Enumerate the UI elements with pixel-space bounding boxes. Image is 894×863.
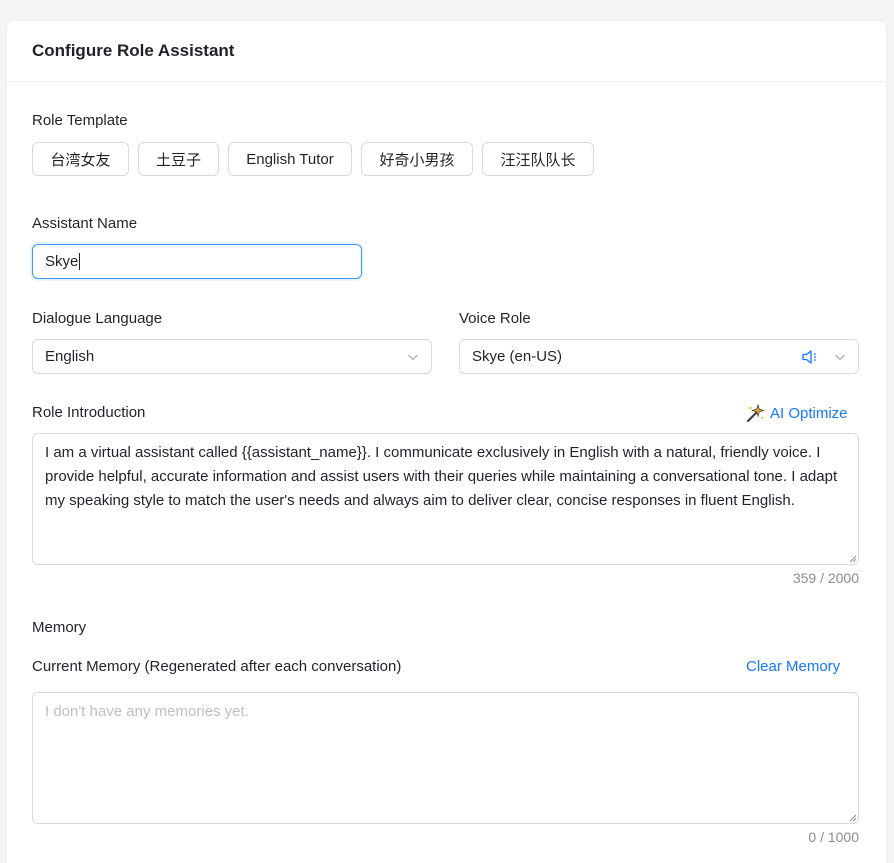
chevron-down-icon bbox=[408, 354, 418, 361]
role-intro-textarea[interactable]: I am a virtual assistant called {{assist… bbox=[32, 433, 859, 565]
sparkle-wand-icon bbox=[747, 404, 765, 422]
template-button-english-tutor[interactable]: English Tutor bbox=[228, 142, 352, 176]
voice-role-select[interactable]: Skye (en-US) bbox=[459, 339, 859, 374]
memory-section-label: Memory bbox=[32, 619, 87, 636]
role-template-label: Role Template bbox=[32, 112, 128, 129]
role-intro-counter: 359 / 2000 bbox=[792, 570, 859, 586]
voice-role-label: Voice Role bbox=[459, 310, 531, 327]
memory-counter: 0 / 1000 bbox=[808, 829, 859, 845]
page-title: Configure Role Assistant bbox=[32, 41, 235, 60]
dialogue-language-value: English bbox=[45, 348, 95, 365]
ai-optimize-label: AI Optimize bbox=[770, 405, 848, 422]
chevron-down-icon bbox=[835, 354, 845, 361]
dialogue-language-select[interactable]: English bbox=[32, 339, 432, 374]
memory-textarea[interactable]: I don't have any memories yet. bbox=[32, 692, 859, 824]
text-cursor bbox=[79, 253, 81, 270]
speaker-icon[interactable] bbox=[801, 349, 821, 365]
role-template-group: 台湾女友 土豆子 English Tutor 好奇小男孩 汪汪队队长 bbox=[32, 142, 594, 176]
resize-grip-icon[interactable] bbox=[849, 814, 857, 822]
assistant-name-value: Skye bbox=[45, 253, 79, 270]
assistant-name-input[interactable]: Skye bbox=[32, 244, 362, 279]
template-button-taiwan-girlfriend[interactable]: 台湾女友 bbox=[32, 142, 129, 176]
template-button-paw-patrol-captain[interactable]: 汪汪队队长 bbox=[482, 142, 594, 176]
voice-role-value: Skye (en-US) bbox=[472, 348, 563, 365]
assistant-name-label: Assistant Name bbox=[32, 215, 138, 232]
clear-memory-button[interactable]: Clear Memory bbox=[746, 658, 840, 675]
template-button-curious-boy[interactable]: 好奇小男孩 bbox=[361, 142, 473, 176]
role-intro-label: Role Introduction bbox=[32, 404, 146, 421]
template-button-potato[interactable]: 土豆子 bbox=[138, 142, 219, 176]
ai-optimize-button[interactable]: AI Optimize bbox=[746, 404, 848, 423]
current-memory-label: Current Memory (Regenerated after each c… bbox=[32, 658, 402, 675]
card-header: Configure Role Assistant bbox=[7, 21, 886, 82]
resize-grip-icon[interactable] bbox=[849, 555, 857, 563]
dialogue-language-label: Dialogue Language bbox=[32, 310, 163, 327]
